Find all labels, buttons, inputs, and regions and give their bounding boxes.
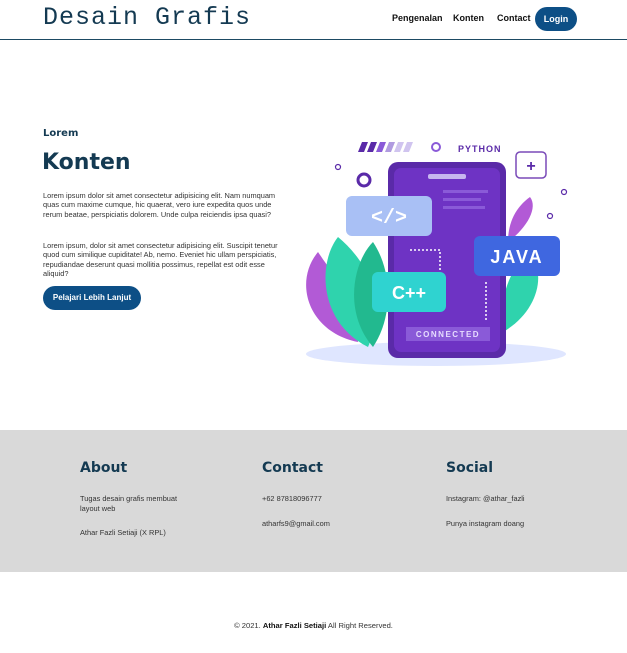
connected-label: CONNECTED <box>416 330 480 339</box>
copyright-prefix: © 2021. <box>234 621 261 630</box>
python-label: PYTHON <box>458 144 502 154</box>
hero-paragraph-2: Lorem ipsum, dolor sit amet consectetur … <box>43 241 278 278</box>
copyright-name: Athar Fazli Setiaji <box>262 621 327 630</box>
footer-contact-email[interactable]: atharfs9@gmail.com <box>262 519 330 529</box>
nav-link-pengenalan[interactable]: Pengenalan <box>392 13 443 23</box>
phone-speaker <box>428 174 466 179</box>
cpp-label: C++ <box>392 283 426 303</box>
progress-stripes <box>358 142 413 152</box>
footer-about-title: About <box>80 460 128 476</box>
login-button[interactable]: Login <box>535 7 577 31</box>
gear-icon <box>431 142 441 152</box>
programming-illustration: PYTHON + </> JAVA C++ CONNECTED <box>306 142 568 366</box>
footer-about-description: Tugas desain grafis membuat layout web <box>80 494 178 513</box>
footer-social-title: Social <box>446 460 494 476</box>
footer-social-note: Punya instagram doang <box>446 519 525 528</box>
nav-link-konten[interactable]: Konten <box>453 13 484 23</box>
java-label: JAVA <box>490 247 543 267</box>
code-tag-label: </> <box>371 207 407 230</box>
plus-icon: + <box>526 158 535 175</box>
footer-about-author: Athar Fazli Setiaji (X RPL) <box>80 528 166 537</box>
nav-link-contact[interactable]: Contact <box>497 13 531 23</box>
hero-title: Konten <box>42 150 131 175</box>
navbar: Desain Grafis Pengenalan Konten Contact … <box>0 0 627 40</box>
hero-eyebrow: Lorem <box>43 128 79 139</box>
footer: About Tugas desain grafis membuat layout… <box>0 430 627 572</box>
footer-social-instagram[interactable]: Instagram: @athar_fazli <box>446 494 525 504</box>
copyright-suffix: All Right Reserved. <box>327 621 393 630</box>
brand-logo[interactable]: Desain Grafis <box>43 3 251 32</box>
copyright: © 2021. Athar Fazli Setiaji All Right Re… <box>0 621 627 630</box>
footer-contact-title: Contact <box>262 460 323 476</box>
hero-paragraph-1: Lorem ipsum dolor sit amet consectetur a… <box>43 191 276 219</box>
footer-contact-phone: +62 87818096777 <box>262 494 322 503</box>
gear-icon-large <box>356 172 372 188</box>
leaf-purple-right <box>508 197 533 242</box>
learn-more-button[interactable]: Pelajari Lebih Lanjut <box>43 286 141 310</box>
